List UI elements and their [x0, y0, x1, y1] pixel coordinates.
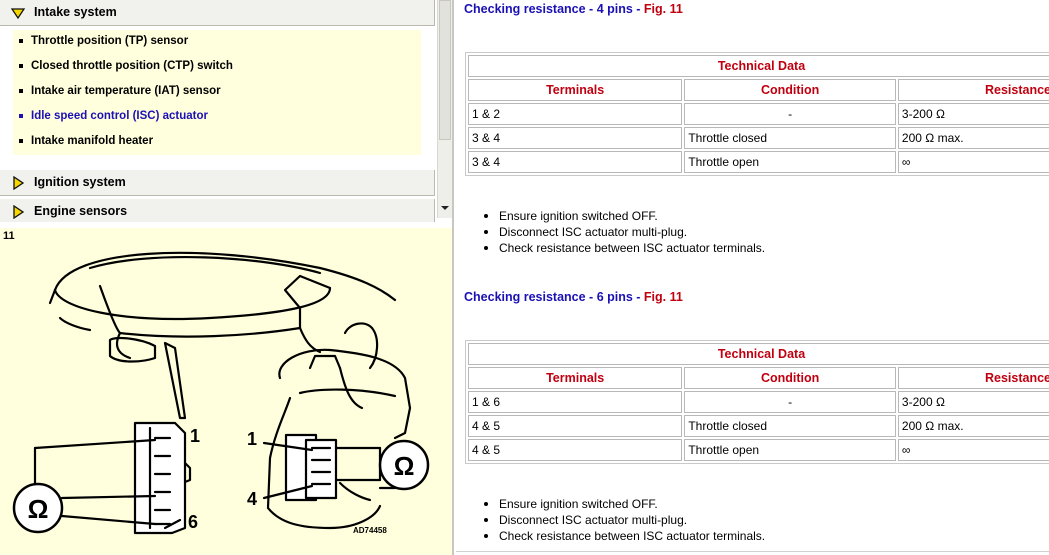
figure-link[interactable]: Fig. 11	[644, 2, 683, 16]
navigation-pane: Intake system Throttle position (TP) sen…	[0, 0, 452, 222]
bullet-icon	[19, 114, 23, 118]
figure-code: AD74458	[353, 526, 387, 535]
submenu-item-label: Throttle position (TP) sensor	[31, 35, 189, 47]
isc-actuator-diagram: Ω Ω 1 6 1 4 AD74458	[12, 251, 430, 535]
submenu-item-isc-actuator[interactable]: Idle speed control (ISC) actuator	[13, 105, 421, 130]
category-engine-sensors[interactable]: Engine sensors	[0, 199, 435, 222]
submenu-item-label: Intake air temperature (IAT) sensor	[31, 85, 221, 97]
callout-pin6-left: 6	[188, 512, 198, 532]
header-resistance: Resistance	[897, 79, 1049, 101]
cell-condition: Throttle closed	[684, 127, 896, 149]
expanded-arrow-icon	[11, 8, 25, 20]
cell-resistance: 3-200 Ω	[897, 103, 1049, 125]
category-label: Ignition system	[34, 175, 126, 189]
submenu-item-tp-sensor[interactable]: Throttle position (TP) sensor	[13, 30, 421, 55]
procedure-steps-6-pins: Ensure ignition switched OFF. Disconnect…	[483, 496, 766, 544]
category-intake-system[interactable]: Intake system	[0, 0, 435, 26]
cell-terminals: 1 & 6	[468, 391, 683, 413]
scroll-down-arrow-icon[interactable]	[441, 206, 449, 210]
category-label: Intake system	[34, 5, 117, 19]
cell-condition: Throttle open	[684, 151, 896, 173]
submenu-item-ctp-switch[interactable]: Closed throttle position (CTP) switch	[13, 55, 421, 80]
cell-condition: Throttle open	[684, 439, 896, 461]
step-item: Check resistance between ISC actuator te…	[483, 241, 766, 255]
cell-terminals: 3 & 4	[468, 151, 683, 173]
nav-scrollbar[interactable]	[437, 0, 452, 218]
figure-number: 11	[3, 230, 15, 242]
step-item: Check resistance between ISC actuator te…	[483, 529, 766, 543]
table-row: 3 & 4 Throttle open ∞	[468, 151, 1049, 173]
figure-pane: Ω Ω 1 6 1 4 AD74458 11	[0, 228, 452, 555]
step-item: Ensure ignition switched OFF.	[483, 496, 765, 512]
content-pane: Checking resistance - 4 pins - Fig. 11 T…	[456, 0, 1049, 555]
technical-data-table-4-pins: Technical Data Terminals Condition Resis…	[465, 52, 1049, 176]
cell-condition: -	[684, 391, 896, 413]
cell-terminals: 3 & 4	[468, 127, 683, 149]
table-title: Technical Data	[468, 343, 1049, 365]
cell-condition: -	[684, 103, 896, 125]
ohm-meter-left: Ω	[28, 494, 49, 524]
scrollbar-thumb[interactable]	[439, 0, 451, 140]
callout-pin1-right: 1	[247, 429, 257, 449]
cell-resistance: 200 Ω max.	[897, 127, 1049, 149]
table-title: Technical Data	[468, 55, 1049, 77]
header-terminals: Terminals	[468, 79, 683, 101]
cell-terminals: 1 & 2	[468, 103, 683, 125]
pane-splitter[interactable]	[452, 0, 454, 555]
bullet-icon	[19, 39, 23, 43]
section-title-6-pins: Checking resistance - 6 pins - Fig. 11	[464, 290, 683, 304]
cell-resistance: ∞	[897, 151, 1049, 173]
table-row: 4 & 5 Throttle open ∞	[468, 439, 1049, 461]
header-resistance: Resistance	[897, 367, 1049, 389]
category-label: Engine sensors	[34, 204, 128, 218]
section-title-text: Checking resistance - 4 pins -	[464, 2, 644, 16]
header-condition: Condition	[684, 367, 896, 389]
bottom-divider	[456, 551, 1049, 552]
submenu-item-iat-sensor[interactable]: Intake air temperature (IAT) sensor	[13, 80, 421, 105]
technical-data-table-6-pins: Technical Data Terminals Condition Resis…	[465, 340, 1049, 464]
intake-submenu: Throttle position (TP) sensor Closed thr…	[13, 30, 421, 155]
header-condition: Condition	[684, 79, 896, 101]
figure-link[interactable]: Fig. 11	[644, 290, 683, 304]
cell-terminals: 4 & 5	[468, 415, 683, 437]
step-item: Ensure ignition switched OFF.	[483, 208, 765, 224]
table-row: 1 & 6 - 3-200 Ω	[468, 391, 1049, 413]
callout-pin1-left: 1	[190, 426, 200, 446]
submenu-item-manifold-heater[interactable]: Intake manifold heater	[13, 130, 421, 155]
cell-resistance: ∞	[897, 439, 1049, 461]
section-title-4-pins: Checking resistance - 4 pins - Fig. 11	[464, 2, 683, 16]
bullet-icon	[19, 89, 23, 93]
procedure-steps-4-pins: Ensure ignition switched OFF. Disconnect…	[483, 208, 766, 256]
header-terminals: Terminals	[468, 367, 683, 389]
collapsed-arrow-icon	[13, 205, 25, 219]
cell-condition: Throttle closed	[684, 415, 896, 437]
submenu-item-label: Intake manifold heater	[31, 135, 154, 147]
section-title-text: Checking resistance - 6 pins -	[464, 290, 644, 304]
category-ignition-system[interactable]: Ignition system	[0, 170, 435, 196]
cell-resistance: 3-200 Ω	[897, 391, 1049, 413]
step-item: Disconnect ISC actuator multi-plug.	[483, 224, 765, 240]
callout-pin4-right: 4	[247, 489, 257, 509]
cell-terminals: 4 & 5	[468, 439, 683, 461]
ohm-meter-right: Ω	[394, 451, 415, 481]
cell-resistance: 200 Ω max.	[897, 415, 1049, 437]
table-row: 4 & 5 Throttle closed 200 Ω max.	[468, 415, 1049, 437]
bullet-icon	[19, 139, 23, 143]
collapsed-arrow-icon	[13, 176, 25, 190]
table-row: 1 & 2 - 3-200 Ω	[468, 103, 1049, 125]
submenu-item-label: Closed throttle position (CTP) switch	[31, 60, 233, 72]
step-item: Disconnect ISC actuator multi-plug.	[483, 512, 765, 528]
bullet-icon	[19, 64, 23, 68]
table-row: 3 & 4 Throttle closed 200 Ω max.	[468, 127, 1049, 149]
submenu-item-label: Idle speed control (ISC) actuator	[31, 110, 208, 122]
